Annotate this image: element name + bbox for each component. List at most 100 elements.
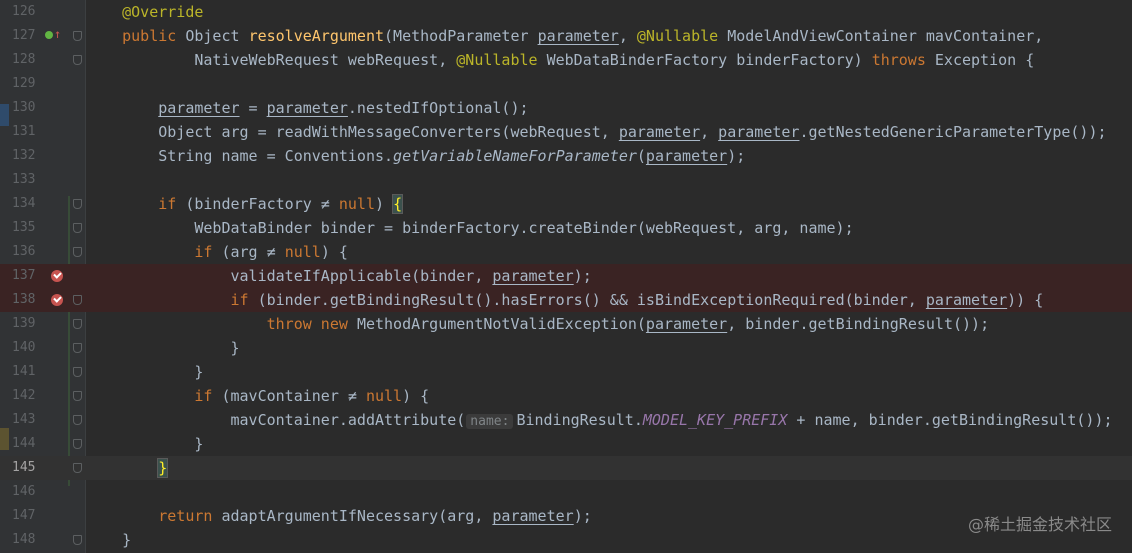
code-token: } [86, 435, 204, 453]
line-number[interactable]: 147 [12, 504, 40, 528]
fold-marker-icon[interactable] [73, 295, 82, 305]
code-token: MethodArgumentNotValidException( [356, 315, 646, 333]
code-line[interactable]: 143 mavContainer.addAttribute(name: Bindi… [0, 408, 1132, 432]
code-line[interactable]: 133 [0, 168, 1132, 192]
fold-marker-icon[interactable] [73, 31, 82, 41]
line-number[interactable]: 142 [12, 384, 40, 408]
code-text: return adaptArgumentIfNecessary(arg, par… [86, 504, 592, 528]
breakpoint-check-icon[interactable] [51, 294, 63, 306]
code-token: validateIfApplicable(binder, [86, 267, 493, 285]
code-line[interactable]: 141 } [0, 360, 1132, 384]
code-line[interactable]: 134 if (binderFactory ≠ null) { [0, 192, 1132, 216]
line-number[interactable]: 134 [12, 192, 40, 216]
fold-marker-icon[interactable] [73, 367, 82, 377]
code-token: if [230, 291, 258, 309]
code-text: if (binder.getBindingResult().hasErrors(… [86, 288, 1044, 312]
code-line[interactable]: 145 } [0, 456, 1132, 480]
code-token: parameter [618, 123, 701, 141]
code-token: { [392, 194, 404, 214]
line-number[interactable]: 144 [12, 432, 40, 456]
code-token: + name, binder.getBindingResult()); [787, 411, 1113, 429]
fold-marker-icon[interactable] [73, 343, 82, 353]
fold-marker-icon[interactable] [73, 463, 82, 473]
code-token: mavContainer.addAttribute( [86, 411, 466, 429]
fold-marker-icon[interactable] [73, 199, 82, 209]
code-text: } [86, 528, 131, 552]
code-editor[interactable]: 126 @Override 127 ↑ public Object resolveA… [0, 0, 1132, 553]
line-number[interactable]: 127 [12, 24, 40, 48]
code-line[interactable]: 140 } [0, 336, 1132, 360]
line-number[interactable]: 131 [12, 120, 40, 144]
code-line[interactable]: 142 if (mavContainer ≠ null) { [0, 384, 1132, 408]
fold-marker-icon[interactable] [73, 319, 82, 329]
code-token: throws [871, 51, 935, 69]
fold-marker-icon[interactable] [73, 55, 82, 65]
fold-marker-icon[interactable] [73, 391, 82, 401]
fold-marker-icon[interactable] [73, 535, 82, 545]
code-token: BindingResult. [516, 411, 643, 429]
line-number[interactable]: 130 [12, 96, 40, 120]
code-token: , [618, 27, 637, 45]
fold-marker-icon[interactable] [73, 223, 82, 233]
code-line[interactable]: 148 } [0, 528, 1132, 552]
line-number[interactable]: 146 [12, 480, 40, 504]
code-token: Exception { [934, 51, 1035, 69]
code-token: if [194, 243, 222, 261]
code-line[interactable]: 135 WebDataBinder binder = binderFactory… [0, 216, 1132, 240]
breakpoint-check-icon[interactable] [51, 270, 63, 282]
line-number[interactable]: 136 [12, 240, 40, 264]
code-line[interactable]: 129 [0, 72, 1132, 96]
line-number[interactable]: 148 [12, 528, 40, 552]
line-number[interactable]: 145 [12, 456, 40, 480]
line-number[interactable]: 137 [12, 264, 40, 288]
fold-marker-icon[interactable] [73, 415, 82, 425]
code-line[interactable]: 138 if (binder.getBindingResult().hasErr… [0, 288, 1132, 312]
line-number[interactable]: 133 [12, 168, 40, 192]
code-token: if [194, 387, 222, 405]
code-text: parameter = parameter.nestedIfOptional()… [86, 96, 529, 120]
fold-marker-icon[interactable] [73, 247, 82, 257]
code-token: @Nullable [636, 27, 728, 45]
fold-marker-icon[interactable] [73, 439, 82, 449]
code-token: )) { [1007, 291, 1044, 309]
line-number[interactable]: 141 [12, 360, 40, 384]
code-line[interactable]: 147 return adaptArgumentIfNecessary(arg,… [0, 504, 1132, 528]
code-token: ModelAndViewContainer mavContainer, [727, 27, 1044, 45]
line-number[interactable]: 128 [12, 48, 40, 72]
code-line[interactable]: 137 validateIfApplicable(binder, paramet… [0, 264, 1132, 288]
code-token: (binderFactory ≠ [185, 195, 339, 213]
line-number[interactable]: 126 [12, 0, 40, 24]
code-text: throw new MethodArgumentNotValidExceptio… [86, 312, 989, 336]
line-number[interactable]: 129 [12, 72, 40, 96]
line-number[interactable]: 138 [12, 288, 40, 312]
code-line[interactable]: 128 NativeWebRequest webRequest, @Nullab… [0, 48, 1132, 72]
line-number[interactable]: 139 [12, 312, 40, 336]
code-line[interactable]: 130 parameter = parameter.nestedIfOption… [0, 96, 1132, 120]
code-text: } [86, 432, 203, 456]
code-token: ) [375, 195, 394, 213]
code-token: } [157, 458, 169, 478]
code-token: .nestedIfOptional(); [347, 99, 529, 117]
code-line[interactable]: 136 if (arg ≠ null) { [0, 240, 1132, 264]
line-number[interactable]: 132 [12, 144, 40, 168]
line-number[interactable]: 135 [12, 216, 40, 240]
code-line[interactable]: 126 @Override [0, 0, 1132, 24]
override-gutter-icon[interactable] [45, 31, 53, 39]
code-text: if (binderFactory ≠ null) { [86, 192, 404, 216]
parameter-hint: name: [466, 414, 514, 429]
code-line[interactable]: 144 } [0, 432, 1132, 456]
code-line[interactable]: 131 Object arg = readWithMessageConverte… [0, 120, 1132, 144]
code-text: } [86, 336, 239, 360]
line-number[interactable]: 140 [12, 336, 40, 360]
code-line[interactable]: 139 throw new MethodArgumentNotValidExce… [0, 312, 1132, 336]
code-text: validateIfApplicable(binder, parameter); [86, 264, 591, 288]
code-text: String name = Conventions.getVariableNam… [86, 144, 745, 168]
line-number[interactable]: 143 [12, 408, 40, 432]
code-line[interactable]: 132 String name = Conventions.getVariabl… [0, 144, 1132, 168]
code-line[interactable]: 146 [0, 480, 1132, 504]
code-token: Object arg = readWithMessageConverters(w… [86, 123, 619, 141]
up-arrow-icon[interactable]: ↑ [54, 27, 61, 41]
code-line[interactable]: 127 ↑ public Object resolveArgument(Metho… [0, 24, 1132, 48]
